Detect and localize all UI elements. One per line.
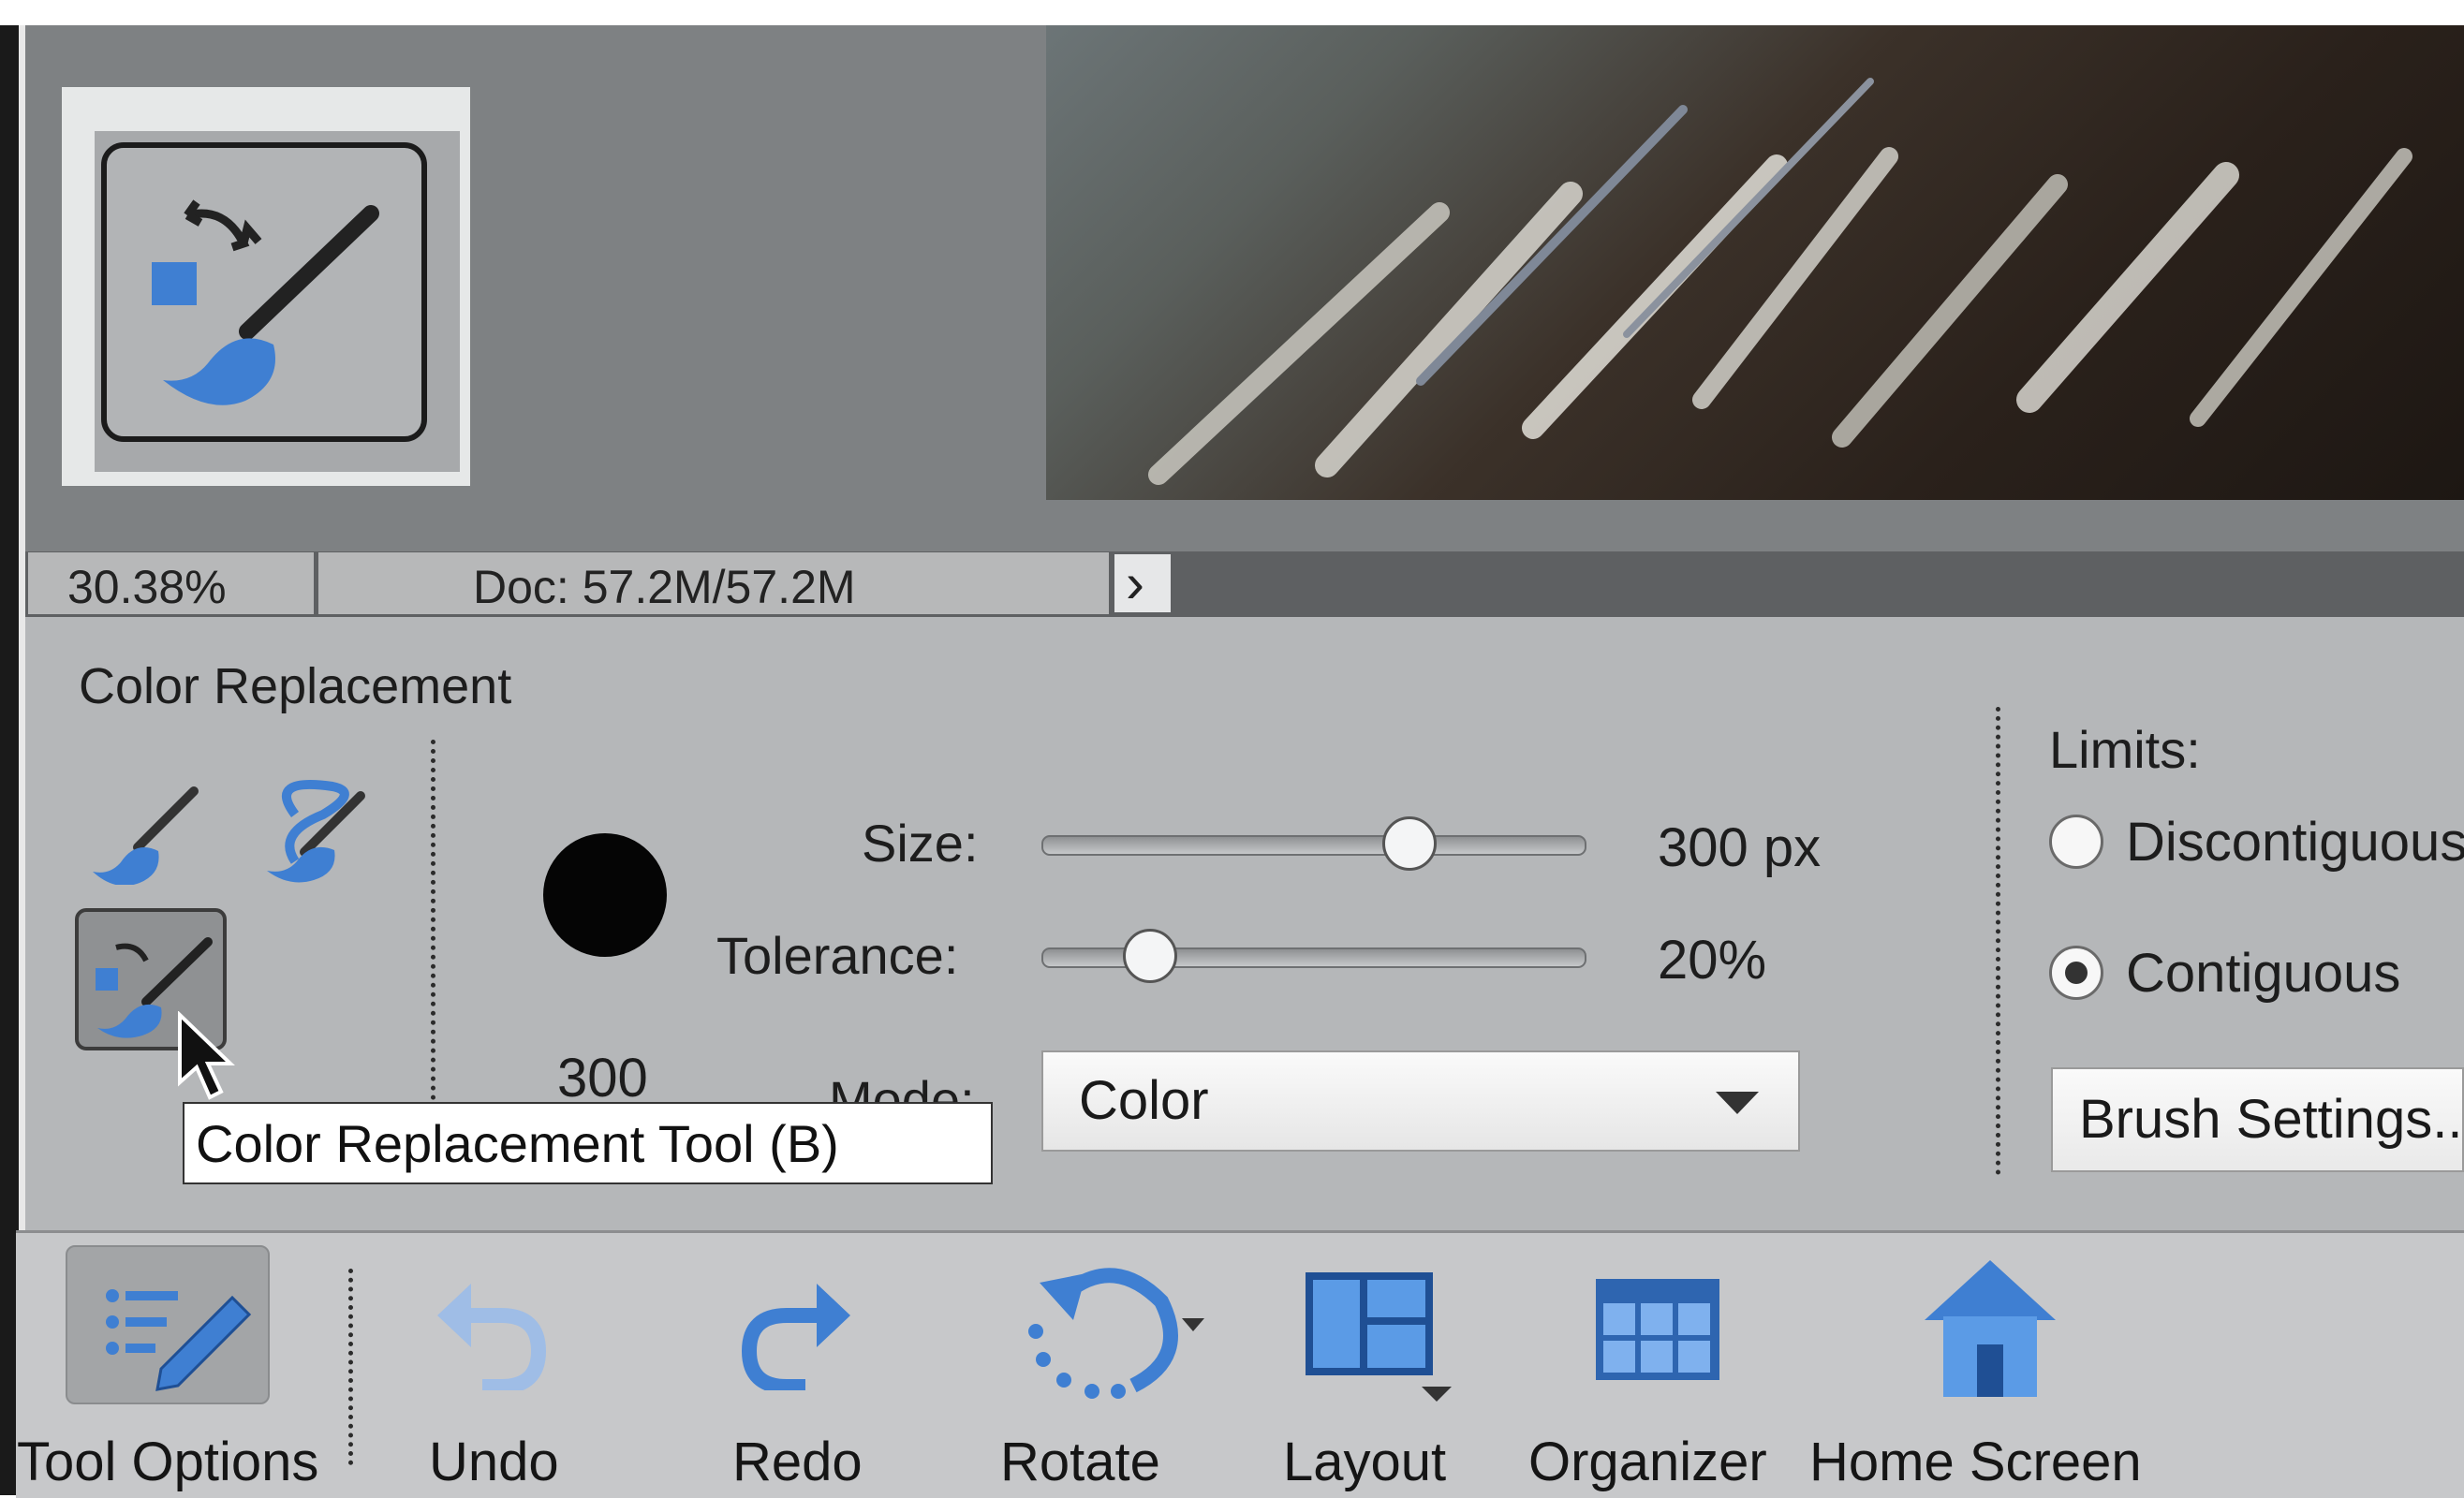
brush-settings-label: Brush Settings... — [2079, 1089, 2464, 1150]
organizer-label: Organizer — [1528, 1432, 1767, 1492]
limits-contiguous-label: Contiguous — [2126, 943, 2401, 1004]
brush-preview[interactable] — [543, 833, 667, 957]
mode-value: Color — [1079, 1070, 1209, 1131]
image-canvas[interactable] — [1046, 25, 2464, 500]
color-replacement-icon-large — [152, 199, 379, 405]
tolerance-slider-thumb[interactable] — [1122, 929, 1177, 983]
limits-label: Limits: — [2049, 720, 2201, 779]
rotate-icon — [1028, 1268, 1204, 1399]
divider — [1996, 707, 2000, 1175]
zoom-level: 30.38% — [67, 561, 227, 613]
limits-contiguous-radio[interactable] — [2049, 946, 2103, 1000]
redo-label: Redo — [732, 1432, 863, 1492]
mode-select[interactable]: Color — [1041, 1050, 1800, 1152]
tooltip-text: Color Replacement Tool (B) — [196, 1114, 839, 1173]
photo-feathers — [1148, 78, 2412, 485]
rotate-button[interactable] — [1011, 1255, 1217, 1404]
rotate-label: Rotate — [1000, 1432, 1160, 1492]
size-label: Size: — [862, 814, 979, 873]
layout-icon — [1306, 1272, 1452, 1402]
chevron-down-icon — [1716, 1092, 1759, 1114]
undo-icon — [437, 1284, 547, 1394]
size-slider-track[interactable] — [1041, 835, 1586, 856]
brush-size-value: 300 — [557, 1048, 648, 1109]
tool-options-label: Tool Options — [17, 1432, 319, 1492]
size-value: 300 px — [1658, 817, 1822, 878]
tool-options-icon — [106, 1289, 252, 1391]
tolerance-label: Tolerance: — [716, 926, 959, 985]
undo-button[interactable] — [426, 1259, 557, 1394]
home-screen-label: Home Screen — [1809, 1432, 2142, 1492]
redo-icon — [741, 1284, 850, 1394]
layout-label: Layout — [1283, 1432, 1447, 1492]
divider — [348, 1269, 353, 1465]
undo-label: Undo — [429, 1432, 559, 1492]
tooltip: Color Replacement Tool (B) — [183, 1102, 993, 1184]
organizer-button[interactable] — [1592, 1275, 1723, 1388]
radio-selected-dot — [2065, 962, 2088, 984]
home-icon — [1925, 1260, 2056, 1397]
size-slider-thumb[interactable] — [1382, 816, 1438, 871]
brush-icon — [93, 786, 199, 887]
chevron-right-icon: › — [1126, 551, 1144, 614]
mouse-cursor-icon — [178, 1011, 235, 1100]
document-size: Doc: 57.2M/57.2M — [473, 561, 856, 613]
impressionist-brush-icon — [267, 780, 365, 883]
organizer-icon — [1596, 1279, 1719, 1380]
home-screen-button[interactable] — [1915, 1255, 2065, 1404]
tool-options-button[interactable] — [66, 1245, 270, 1404]
redo-button[interactable] — [730, 1259, 862, 1394]
tolerance-value: 20% — [1658, 930, 1767, 991]
status-menu-arrow-button[interactable]: › — [1114, 551, 1171, 614]
limits-discontiguous-radio[interactable] — [2049, 815, 2103, 869]
brush-tool-button[interactable] — [89, 782, 201, 887]
limits-discontiguous-label: Discontiguous — [2126, 812, 2464, 873]
brush-settings-button[interactable]: Brush Settings... — [2051, 1067, 2464, 1172]
color-replacement-tool-zoomed — [101, 142, 427, 442]
tool-options-title: Color Replacement — [79, 658, 512, 714]
layout-button[interactable] — [1302, 1269, 1466, 1404]
divider — [431, 740, 435, 1109]
impressionist-brush-tool-button[interactable] — [248, 777, 370, 885]
